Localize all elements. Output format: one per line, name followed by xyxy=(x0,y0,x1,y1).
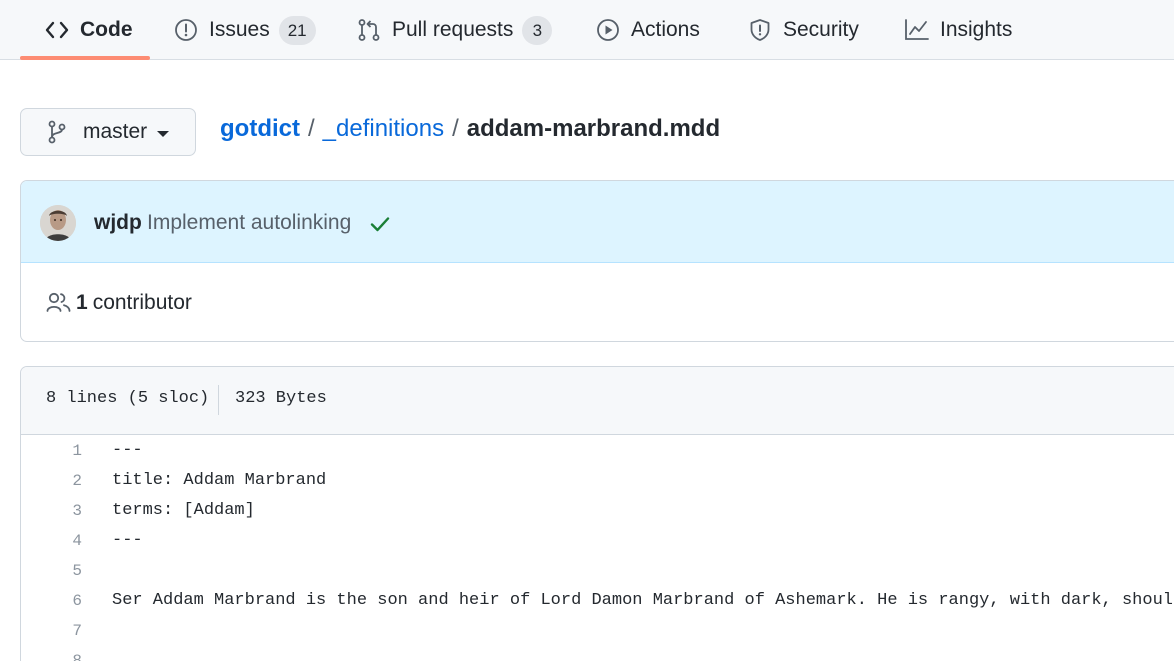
line-number[interactable]: 4 xyxy=(21,532,82,550)
line-number[interactable]: 8 xyxy=(21,652,82,661)
line-number[interactable]: 2 xyxy=(21,472,82,490)
caret-down-icon xyxy=(157,130,170,137)
commit-message-link[interactable]: Implement autolinking xyxy=(147,211,351,235)
branch-select-button[interactable]: master xyxy=(20,108,196,156)
tab-insights[interactable]: Insights xyxy=(904,0,1012,60)
tab-issues[interactable]: Issues 21 xyxy=(173,0,316,60)
tab-selected-underline xyxy=(20,56,150,60)
issues-count-badge: 21 xyxy=(278,15,316,45)
code-line: 2 title: Addam Marbrand xyxy=(21,466,1174,496)
file-info-divider xyxy=(218,385,219,415)
line-content: Ser Addam Marbrand is the son and heir o… xyxy=(112,591,1174,610)
commit-author-link[interactable]: wjdp xyxy=(94,211,142,235)
branch-name: master xyxy=(83,120,148,143)
breadcrumb-folder-link[interactable]: _definitions xyxy=(323,115,444,143)
line-number[interactable]: 3 xyxy=(21,502,82,520)
tab-actions-label: Actions xyxy=(631,18,700,41)
latest-commit-box: wjdp Implement autolinking 1 contributor xyxy=(20,180,1174,342)
code-line: 3 terms: [Addam] xyxy=(21,496,1174,526)
line-number[interactable]: 6 xyxy=(21,592,82,610)
git-branch-icon xyxy=(47,120,67,144)
git-pull-request-icon xyxy=(356,17,382,43)
code-line: 8 xyxy=(21,646,1174,661)
tab-security-label: Security xyxy=(783,18,859,41)
line-number[interactable]: 1 xyxy=(21,442,82,460)
repo-nav: Code Issues 21 Pull requests 3 Actions S… xyxy=(0,0,1174,60)
breadcrumb-separator: / xyxy=(452,115,459,142)
tab-code-label: Code xyxy=(80,18,133,41)
line-content: title: Addam Marbrand xyxy=(112,471,327,490)
code-line: 5 xyxy=(21,556,1174,586)
code-line: 1 --- xyxy=(21,436,1174,466)
breadcrumb-separator: / xyxy=(307,115,315,142)
issue-opened-icon xyxy=(173,17,199,43)
check-icon[interactable] xyxy=(369,213,393,235)
line-number[interactable]: 5 xyxy=(21,562,82,580)
file-lines-summary: 8 lines (5 sloc) xyxy=(46,389,210,408)
line-content: --- xyxy=(112,441,143,460)
commit-header: wjdp Implement autolinking xyxy=(21,181,1174,263)
code-line: 6 Ser Addam Marbrand is the son and heir … xyxy=(21,586,1174,616)
code-line: 4 --- xyxy=(21,526,1174,556)
line-number[interactable]: 7 xyxy=(21,622,82,640)
contributors-label: contributor xyxy=(92,291,192,314)
file-size: 323 Bytes xyxy=(235,389,327,408)
contributors-link[interactable]: 1 contributor xyxy=(21,263,1174,341)
breadcrumb: gotdict / _definitions / addam-marbrand.… xyxy=(220,112,720,146)
code-icon xyxy=(44,17,70,43)
tab-actions[interactable]: Actions xyxy=(595,0,700,60)
pulls-count-badge: 3 xyxy=(522,15,553,45)
tab-security[interactable]: Security xyxy=(747,0,859,60)
breadcrumb-file-name: addam-marbrand.mdd xyxy=(466,115,721,142)
line-content: --- xyxy=(112,531,143,550)
contributors-count: 1 xyxy=(76,291,88,314)
file-viewer: 8 lines (5 sloc) 323 Bytes 1 --- 2 title: A… xyxy=(20,366,1174,661)
graph-icon xyxy=(904,17,930,43)
play-icon xyxy=(595,17,621,43)
people-icon xyxy=(46,291,72,315)
tab-pull-requests[interactable]: Pull requests 3 xyxy=(356,0,553,60)
line-content: terms: [Addam] xyxy=(112,501,255,520)
tab-insights-label: Insights xyxy=(940,18,1013,41)
code-line: 7 xyxy=(21,616,1174,646)
tab-pull-requests-label: Pull requests xyxy=(392,18,514,41)
code-body: 1 --- 2 title: Addam Marbrand 3 terms: [Addam… xyxy=(21,436,1174,661)
shield-icon xyxy=(747,17,773,43)
tab-code[interactable]: Code xyxy=(44,0,133,60)
file-info-bar: 8 lines (5 sloc) 323 Bytes xyxy=(21,367,1174,435)
avatar[interactable] xyxy=(40,205,76,241)
tab-issues-label: Issues xyxy=(209,18,270,41)
breadcrumb-repo-link[interactable]: gotdict xyxy=(220,115,300,143)
